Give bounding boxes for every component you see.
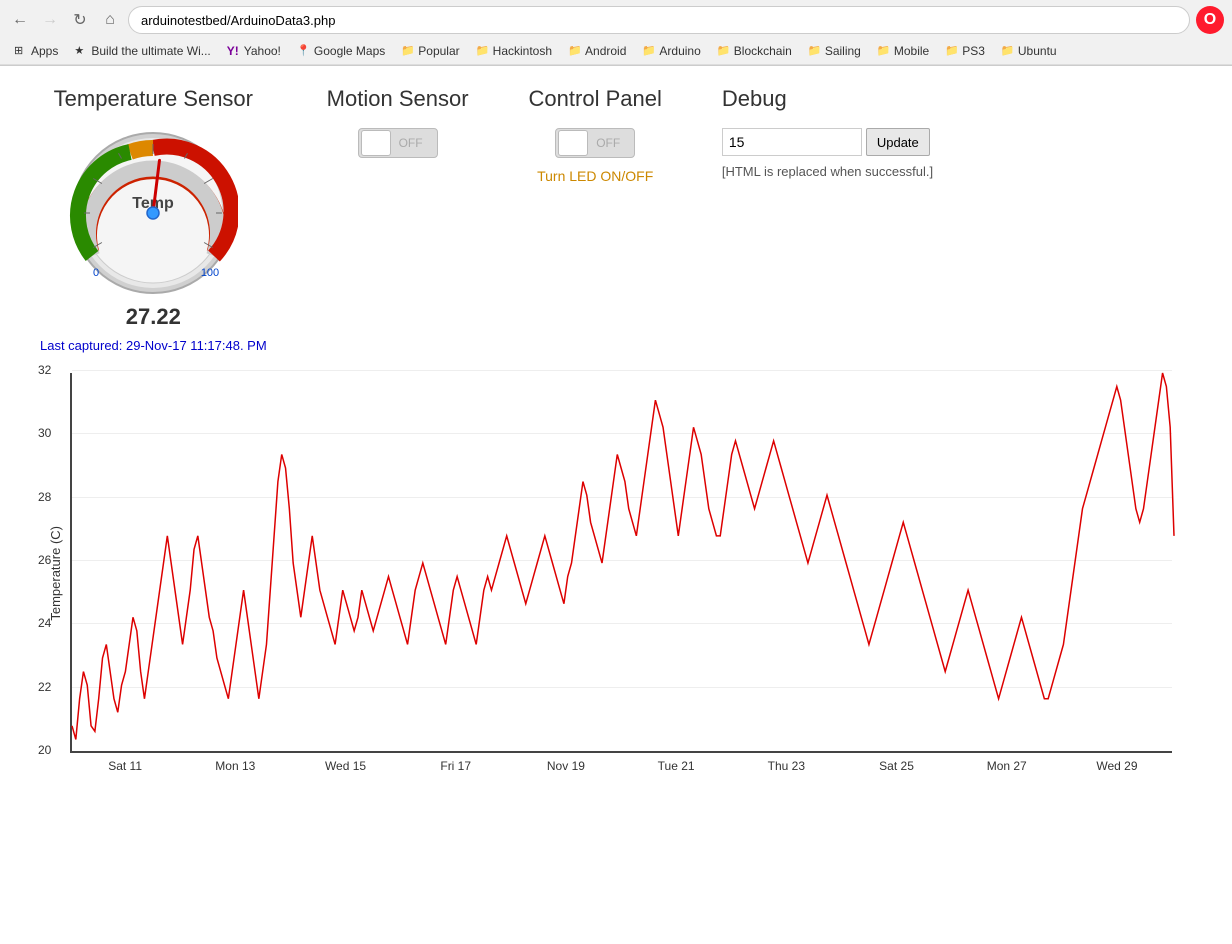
debug-widget: Debug Update [HTML is replaced when succ… [722, 86, 933, 179]
widgets-row: Temperature Sensor [0, 66, 1232, 353]
x-labels: Sat 11 Mon 13 Wed 15 Fri 17 Nov 19 Tue 2… [70, 753, 1172, 773]
y-tick-28: 28 [38, 490, 51, 504]
bookmarks-bar: ⊞ Apps ★ Build the ultimate Wi... Y! Yah… [0, 40, 1232, 65]
bookmark-mobile[interactable]: 📁 Mobile [871, 42, 935, 60]
bookmark-apps[interactable]: ⊞ Apps [8, 42, 64, 60]
maps-icon: 📍 [297, 44, 311, 58]
debug-value-input[interactable] [722, 128, 862, 156]
folder-icon: 📁 [568, 44, 582, 58]
bookmark-android[interactable]: 📁 Android [562, 42, 632, 60]
home-button[interactable]: ⌂ [98, 8, 122, 32]
x-label-mon13: Mon 13 [180, 759, 290, 773]
chart-section: Temperature (C) [0, 353, 1232, 813]
temperature-chart-svg [72, 373, 1172, 751]
debug-input-row: Update [722, 128, 930, 156]
reload-button[interactable]: ↻ [68, 8, 92, 32]
y-tick-20: 20 [38, 743, 51, 757]
bookmark-maps[interactable]: 📍 Google Maps [291, 42, 391, 60]
browser-toolbar: ← → ↻ ⌂ O [0, 0, 1232, 40]
temperature-line [72, 373, 1174, 739]
y-tick-22: 22 [38, 680, 51, 694]
bookmark-sailing[interactable]: 📁 Sailing [802, 42, 867, 60]
y-tick-32: 32 [38, 363, 51, 377]
chart-area: 20 22 24 26 28 30 32 [70, 373, 1172, 753]
bookmark-ps3[interactable]: 📁 PS3 [939, 42, 991, 60]
bookmark-yahoo[interactable]: Y! Yahoo! [221, 42, 287, 60]
debug-title: Debug [722, 86, 787, 112]
control-panel-title: Control Panel [529, 86, 662, 112]
folder-icon: 📁 [877, 44, 891, 58]
y-tick-30: 30 [38, 426, 51, 440]
x-label-wed29: Wed 29 [1062, 759, 1172, 773]
folder-icon: 📁 [1001, 44, 1015, 58]
control-panel-widget: Control Panel OFF Turn LED ON/OFF [529, 86, 662, 184]
gauge-svg: 0 100 Temp [68, 128, 238, 298]
motion-sensor-toggle[interactable]: OFF [358, 128, 438, 158]
apps-icon: ⊞ [14, 44, 28, 58]
folder-icon: 📁 [808, 44, 822, 58]
debug-message: [HTML is replaced when successful.] [722, 164, 933, 179]
folder-icon: 📁 [717, 44, 731, 58]
address-bar[interactable] [128, 6, 1190, 34]
svg-text:100: 100 [201, 267, 219, 279]
control-toggle-label: OFF [596, 136, 620, 150]
led-label: Turn LED ON/OFF [537, 168, 653, 184]
x-label-wed15: Wed 15 [290, 759, 400, 773]
browser-chrome: ← → ↻ ⌂ O ⊞ Apps ★ Build the ultimate Wi… [0, 0, 1232, 66]
yahoo-icon: Y! [227, 44, 241, 58]
forward-button[interactable]: → [38, 8, 62, 32]
x-label-fri17: Fri 17 [401, 759, 511, 773]
bookmark-star-icon: ★ [74, 44, 88, 58]
gauge: 0 100 Temp [68, 128, 238, 298]
bookmark-build[interactable]: ★ Build the ultimate Wi... [68, 42, 216, 60]
x-label-sat25: Sat 25 [841, 759, 951, 773]
opera-menu-button[interactable]: O [1196, 6, 1224, 34]
svg-text:0: 0 [93, 267, 99, 279]
gridline-32 [72, 370, 1172, 371]
motion-toggle-label: OFF [399, 136, 423, 150]
temperature-sensor-title: Temperature Sensor [54, 86, 253, 112]
folder-icon: 📁 [945, 44, 959, 58]
folder-icon: 📁 [401, 44, 415, 58]
x-label-nov19: Nov 19 [511, 759, 621, 773]
back-button[interactable]: ← [8, 8, 32, 32]
last-captured-label: Last captured: 29-Nov-17 11:17:48. PM [40, 338, 267, 353]
x-label-tue21: Tue 21 [621, 759, 731, 773]
bookmark-ubuntu[interactable]: 📁 Ubuntu [995, 42, 1063, 60]
y-tick-24: 24 [38, 616, 51, 630]
x-label-thu23: Thu 23 [731, 759, 841, 773]
x-label-mon27: Mon 27 [952, 759, 1062, 773]
temperature-sensor-widget: Temperature Sensor [40, 86, 267, 353]
folder-icon: 📁 [642, 44, 656, 58]
folder-icon: 📁 [476, 44, 490, 58]
temperature-value: 27.22 [126, 304, 181, 330]
motion-sensor-widget: Motion Sensor OFF [327, 86, 469, 158]
bookmark-hackintosh[interactable]: 📁 Hackintosh [470, 42, 558, 60]
debug-update-button[interactable]: Update [866, 128, 930, 156]
bookmark-popular[interactable]: 📁 Popular [395, 42, 465, 60]
control-panel-toggle[interactable]: OFF [555, 128, 635, 158]
y-tick-26: 26 [38, 553, 51, 567]
motion-sensor-title: Motion Sensor [327, 86, 469, 112]
bookmark-blockchain[interactable]: 📁 Blockchain [711, 42, 798, 60]
x-label-sat11: Sat 11 [70, 759, 180, 773]
chart-wrapper: Temperature (C) [40, 373, 1192, 773]
bookmark-arduino[interactable]: 📁 Arduino [636, 42, 706, 60]
